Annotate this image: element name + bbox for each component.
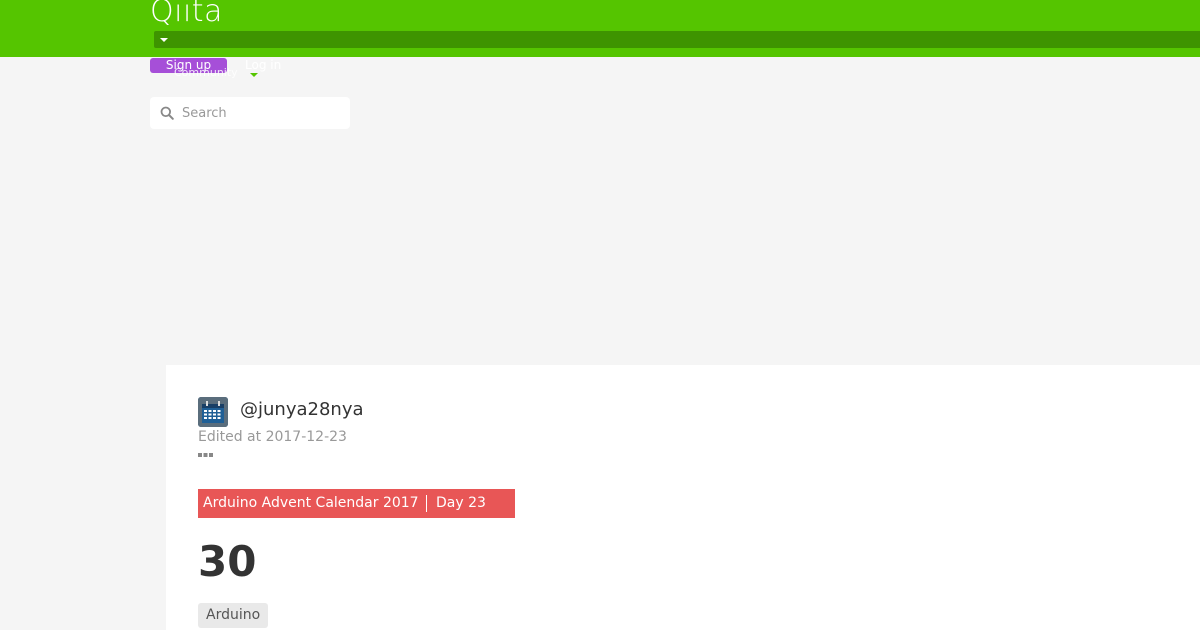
login-link[interactable]: Log in <box>245 58 281 73</box>
avatar[interactable] <box>198 397 228 427</box>
advent-calendar-banner[interactable]: Arduino Advent Calendar 2017 Day 23 <box>198 489 515 518</box>
community-menu[interactable]: Community <box>174 66 238 80</box>
article-card: @junya28nya Edited at 2017-12-23 Arduino… <box>166 365 1200 630</box>
edited-date: Edited at 2017-12-23 <box>198 429 347 445</box>
tag-arduino[interactable]: Arduino <box>198 603 269 628</box>
calendar-day: Day 23 <box>436 495 486 511</box>
more-icon[interactable] <box>198 452 214 458</box>
author-username[interactable]: @junya28nya <box>240 398 364 422</box>
search-icon <box>160 106 174 120</box>
nav-strip[interactable] <box>154 31 1200 48</box>
article-title: 30 <box>198 537 257 586</box>
caret-down-icon[interactable] <box>160 38 168 42</box>
banner-divider <box>426 495 427 512</box>
calendar-avatar-icon <box>198 397 228 427</box>
calendar-name: Arduino Advent Calendar 2017 <box>203 495 419 511</box>
search-input[interactable] <box>182 97 342 129</box>
search-box[interactable] <box>150 97 350 129</box>
community-caret-icon[interactable] <box>250 73 258 77</box>
top-navbar: Qiita <box>0 0 1200 57</box>
qiita-logo[interactable]: Qiita <box>150 0 223 30</box>
